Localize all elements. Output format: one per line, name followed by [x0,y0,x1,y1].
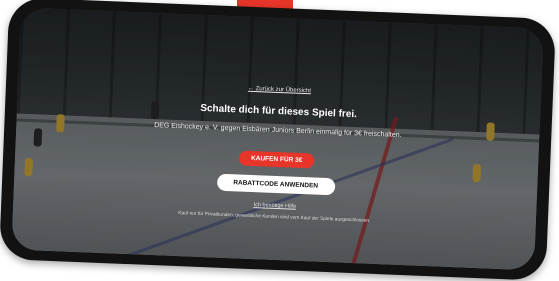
help-link[interactable]: Ich benötige Hilfe [253,202,296,210]
buy-button[interactable]: KAUFEN FÜR 3€ [238,150,315,169]
unlock-description: DEG Eishockey e. V. gegen Eisbären Junio… [153,122,402,139]
video-player-screen: ← Zurück zur Übersicht Schalte dich für … [11,7,544,271]
phone-frame: ← Zurück zur Übersicht Schalte dich für … [0,0,557,281]
unlock-headline: Schalte dich für dieses Spiel frei. [200,102,358,121]
apply-coupon-button[interactable]: RABATTCODE ANWENDEN [216,173,335,196]
paywall-content: ← Zurück zur Übersicht Schalte dich für … [13,68,541,232]
back-to-overview-link[interactable]: ← Zurück zur Übersicht [248,86,311,95]
